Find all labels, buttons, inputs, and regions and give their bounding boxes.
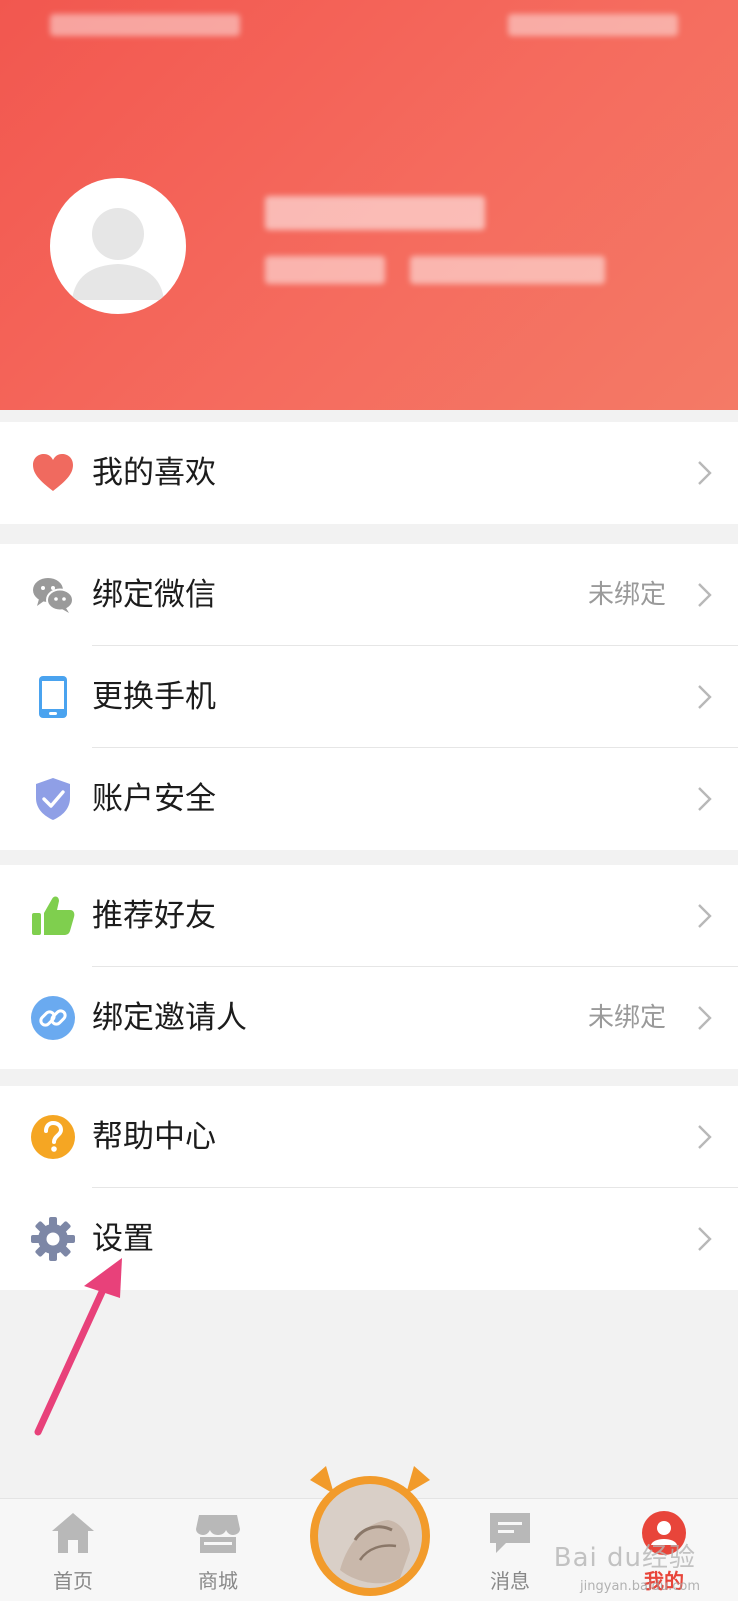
tab-messages-label: 消息 xyxy=(490,1569,530,1593)
tab-home-label: 首页 xyxy=(53,1569,93,1593)
watermark-brand: Bai du经验 xyxy=(553,1543,696,1573)
center-action-button[interactable] xyxy=(300,1460,440,1600)
store-icon xyxy=(196,1515,240,1553)
tab-messages[interactable]: 消息 xyxy=(455,1499,565,1601)
annotation-arrow xyxy=(34,1258,122,1436)
tab-mall-label: 商城 xyxy=(198,1569,238,1593)
tab-mall[interactable]: 商城 xyxy=(163,1499,273,1601)
watermark-url: jingyan.baidu.com xyxy=(580,1579,700,1594)
tab-home[interactable]: 首页 xyxy=(18,1499,128,1601)
home-icon xyxy=(52,1513,94,1553)
message-icon xyxy=(490,1513,530,1553)
